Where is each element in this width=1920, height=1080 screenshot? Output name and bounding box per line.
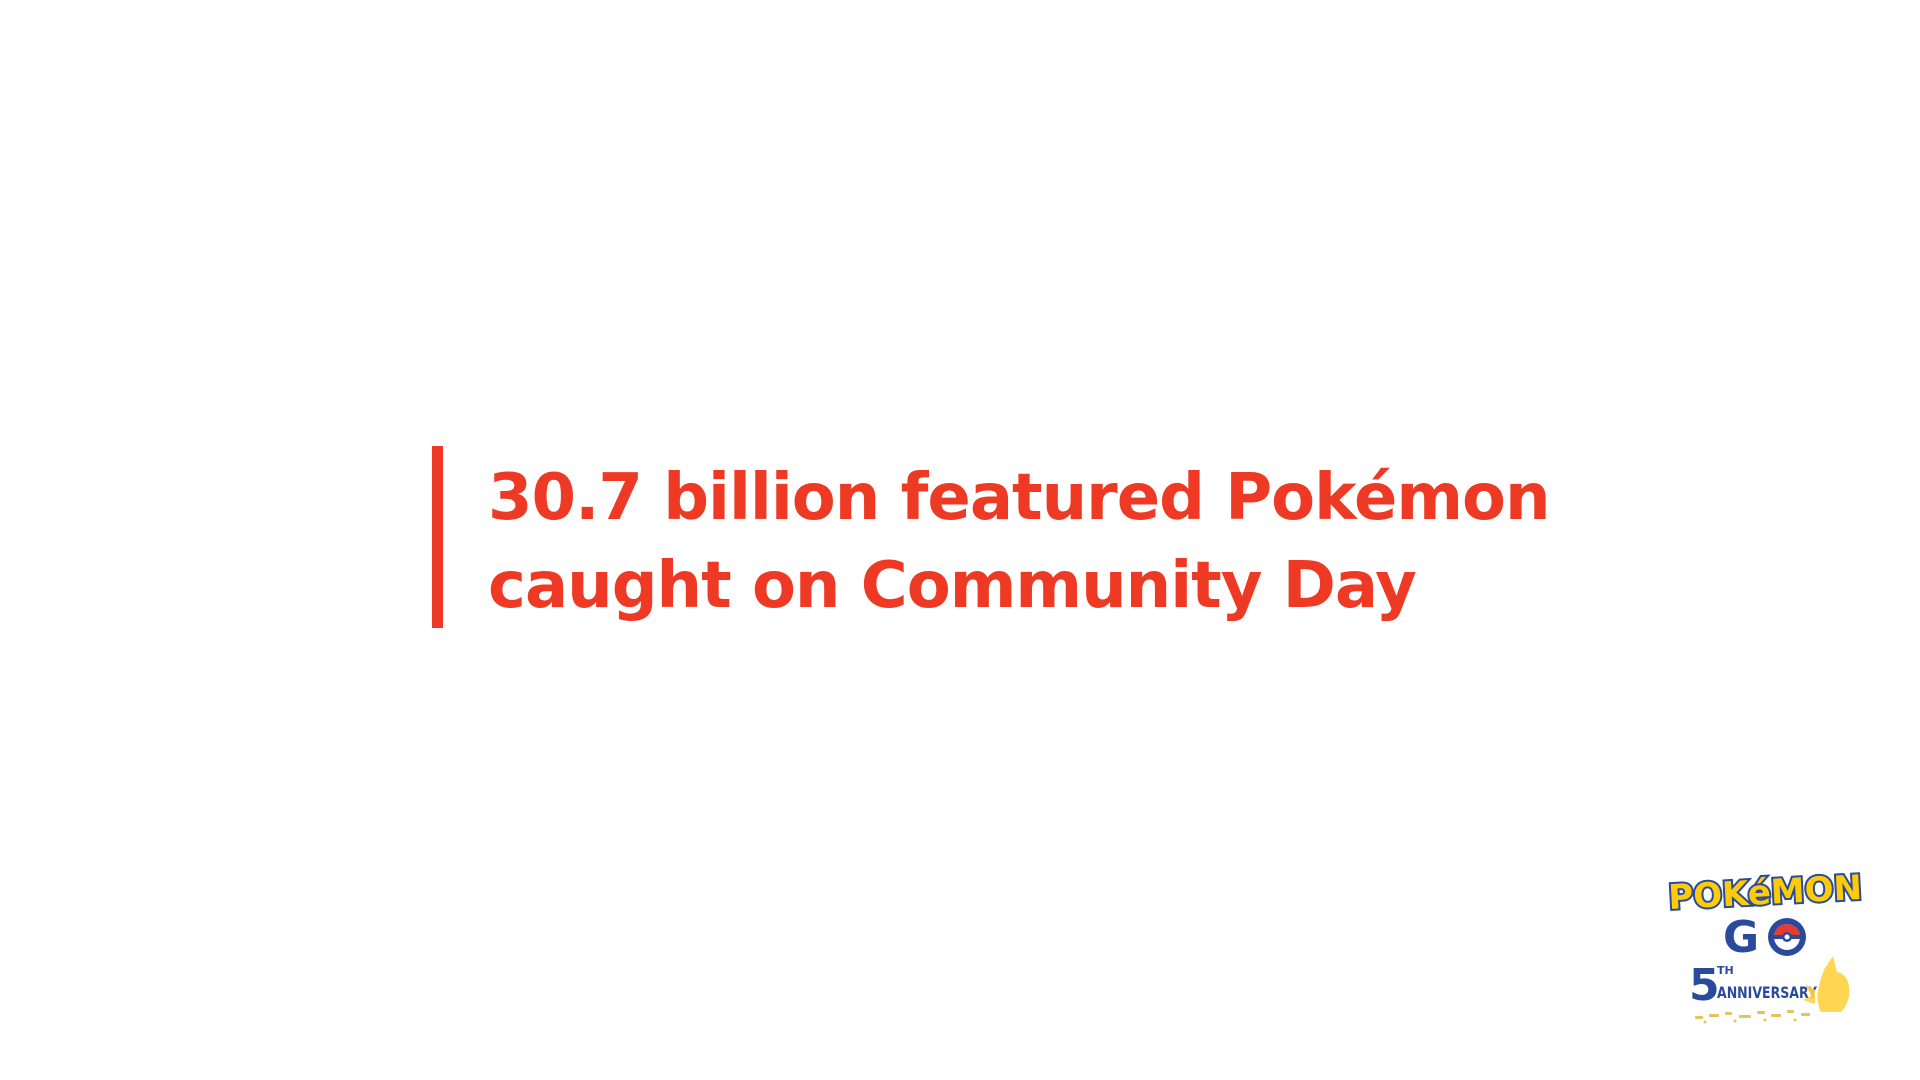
stat-headline: 30.7 billion featured Pokémon caught on …	[488, 454, 1551, 630]
logo-wordmark-go-g: G	[1723, 912, 1759, 963]
slide: 30.7 billion featured Pokémon caught on …	[0, 0, 1920, 1080]
pokemon-go-5th-anniversary-logo: POKéMON G 5 TH ANNIVERSARY	[1665, 860, 1865, 1030]
anniversary-number: 5	[1689, 960, 1720, 1011]
stat-line-2: caught on Community Day	[488, 549, 1417, 623]
sparkle-trail-icon	[1695, 1010, 1810, 1024]
stat-callout: 30.7 billion featured Pokémon caught on …	[432, 446, 1632, 628]
logo-wordmark-pokemon: POKéMON	[1667, 868, 1863, 918]
stat-line-1: 30.7 billion featured Pokémon	[488, 461, 1551, 535]
anniversary-word: ANNIVERSARY	[1717, 983, 1817, 1002]
pokeball-icon	[1768, 918, 1806, 956]
accent-bar	[432, 446, 443, 628]
anniversary-ordinal: TH	[1717, 964, 1734, 977]
